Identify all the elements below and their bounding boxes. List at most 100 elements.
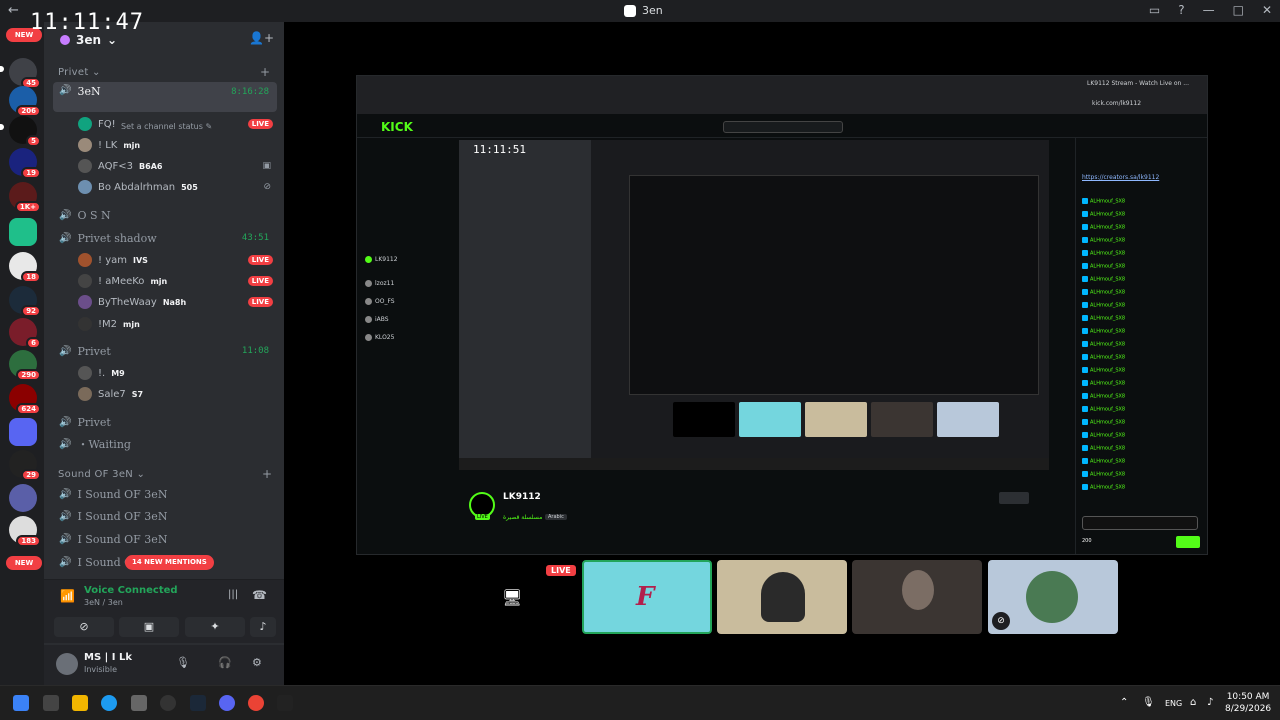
muted-icon: ⊘ [263,182,271,192]
server-icon[interactable]: 5 [9,116,41,147]
folder-icon[interactable] [9,418,37,446]
speaker-icon: 🔊 [59,556,72,568]
inbox-icon[interactable]: ▭ [1149,3,1160,17]
browser-url: kick.com/lk9112 [1092,100,1142,107]
participant-tile[interactable]: ⊘ [988,560,1118,634]
member-tag: M9 [111,368,125,378]
voice-channel-waiting[interactable]: 🔊 ・Waiting [53,433,277,455]
browser-toolbar [357,76,1207,114]
new-unreads-badge-bottom[interactable]: NEW [6,556,42,570]
volume-icon[interactable]: ♪ [1207,697,1213,708]
language-indicator[interactable]: ENG [1165,699,1182,708]
kick-chat: https://creators.sa/lk9112 ALHmouf_SX8 A… [1075,138,1207,554]
microphone-icon[interactable]: 🎙 [176,656,190,669]
headphones-icon[interactable]: 🎧 [218,656,232,669]
server-icon[interactable] [9,484,37,512]
nested-clock: 11:11:51 [473,143,526,156]
server-icon[interactable]: 19 [9,148,41,179]
category-sound[interactable]: Sound OF 3eN ⌄ [58,469,145,480]
live-badge: LIVE [247,297,273,307]
nested-screen-capture: 11:11:51 [459,140,1049,470]
server-icon[interactable]: 18 [9,252,41,283]
voice-member[interactable]: ByTheWaay Na8h LIVE [78,293,273,311]
soundboard-button[interactable]: ♪ [250,617,276,637]
task-view-icon[interactable] [43,695,59,711]
new-mentions-badge[interactable]: 14 NEW MENTIONS [125,555,214,570]
chevron-down-icon: ⌄ [107,33,118,47]
chrome-icon[interactable] [248,695,264,711]
voice-member[interactable]: Bo Abdalrhman 505 ⊘ [78,178,273,196]
voice-channel-osn[interactable]: 🔊 O S N [53,204,277,226]
server-icon[interactable]: 1K+ [9,182,41,213]
discord-icon[interactable] [219,695,235,711]
steam-icon[interactable] [190,695,206,711]
settings-gear-icon[interactable]: ⚙ [252,656,262,669]
voice-member[interactable]: ! aMeeKo mjn LIVE [78,272,273,290]
edge-icon[interactable] [101,695,117,711]
voice-member[interactable]: ! yam IVS LIVE [78,251,273,269]
voice-channel-sound-1[interactable]: 🔊 I Sound OF 3eN [53,483,277,505]
invite-people-icon[interactable]: 👤+ [249,31,274,45]
server-icon[interactable]: 290 [9,350,41,381]
disconnect-icon[interactable]: ☎ [252,588,267,602]
store-icon[interactable] [131,695,147,711]
server-icon[interactable]: 45 [9,58,41,89]
participant-tile[interactable] [717,560,847,634]
activities-button[interactable]: ✦ [185,617,245,637]
live-badge: LIVE [247,255,273,265]
clock[interactable]: 10:50 AM 8/29/2026 [1225,691,1271,715]
camera-feed [761,572,805,622]
file-explorer-icon[interactable] [72,695,88,711]
voice-member[interactable]: !. M9 [78,364,273,382]
screen-share-button[interactable]: ▣ [119,617,179,637]
server-icon[interactable]: 624 [9,384,41,415]
network-icon[interactable]: ⌂ [1190,697,1196,708]
start-icon[interactable] [13,695,29,711]
participant-tile[interactable]: F [582,560,712,634]
avatar [78,253,92,267]
server-icon[interactable]: 6 [9,318,41,349]
voice-member[interactable]: ! LK mjn [78,136,273,154]
f-logo-avatar: F [636,582,655,612]
voice-member[interactable]: AQF<3 B6A6 ▣ [78,157,273,175]
speaker-icon: 🔊 [59,209,72,221]
close-button[interactable]: ✕ [1262,3,1272,17]
avatar [78,366,92,380]
speaker-icon: 🔊 [59,510,72,522]
participant-tile[interactable] [852,560,982,634]
voice-member[interactable]: Sale7 S7 [78,385,273,403]
signal-icon[interactable]: 📶 [60,589,75,603]
voice-channel-3en[interactable]: 🔊 3eN 8:16:28 [53,82,277,112]
maximize-button[interactable]: □ [1233,3,1244,17]
app-icon[interactable] [277,695,293,711]
voice-channel-privet[interactable]: 🔊 Privet 11:08 [53,340,277,362]
server-icon[interactable]: 183 [9,516,41,547]
voice-member[interactable]: !M2 mjn [78,315,273,333]
folder-icon[interactable] [9,218,37,246]
speaker-icon: 🔊 [59,438,72,450]
server-icon[interactable]: 206 [9,86,41,117]
voice-channel-privet-2[interactable]: 🔊 Privet [53,411,277,433]
voice-member[interactable]: FQ! LIVE [78,115,273,133]
tray-chevron-icon[interactable]: ⌃ [1120,697,1128,708]
minimize-button[interactable]: — [1203,3,1215,17]
back-arrow-icon[interactable]: ← [8,3,19,18]
category-privet[interactable]: Privet ⌄ [58,67,101,78]
avatar [78,138,92,152]
create-channel-icon[interactable]: + [262,467,272,481]
camera-toggle-button[interactable]: ⊘ [54,617,114,637]
noise-suppression-icon[interactable]: ||| [228,589,238,600]
server-icon[interactable]: 92 [9,286,41,317]
server-icon[interactable]: 29 [9,450,41,481]
avatar[interactable] [56,653,78,675]
voice-channel-sound-3[interactable]: 🔊 I Sound OF 3eN [53,528,277,550]
screen-share-stream[interactable]: LK9112 Stream - Watch Live on ... kick.c… [356,75,1208,555]
help-icon[interactable]: ? [1178,3,1184,17]
avatar [78,180,92,194]
voice-connected-panel: 📶 Voice Connected 3eN / 3en ||| ☎ ⊘ ▣ ✦ … [44,579,284,643]
voice-channel-privet-shadow[interactable]: 🔊 Privet shadow 43:51 [53,227,277,249]
create-channel-icon[interactable]: + [260,65,270,79]
microphone-icon[interactable]: 🎙 [1142,697,1155,708]
voice-channel-sound-2[interactable]: 🔊 I Sound OF 3eN [53,505,277,527]
app-icon[interactable] [160,695,176,711]
